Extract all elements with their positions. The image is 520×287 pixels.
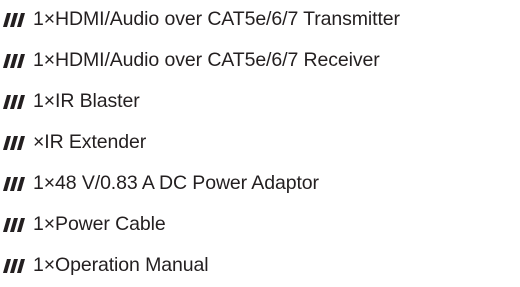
list-item: 1×HDMI/Audio over CAT5e/6/7 Transmitter (0, 0, 520, 40)
list-item: 1×Power Cable (0, 204, 520, 245)
list-item-text: ×IR Extender (33, 131, 147, 153)
package-contents-list: 1×HDMI/Audio over CAT5e/6/7 Transmitter … (0, 0, 520, 286)
triple-slash-icon (3, 258, 25, 273)
list-item: 1×Operation Manual (0, 245, 520, 286)
list-item-text: 1×48 V/0.83 A DC Power Adaptor (33, 172, 319, 194)
list-item: ×IR Extender (0, 122, 520, 163)
triple-slash-icon (3, 53, 25, 68)
list-item: 1×IR Blaster (0, 81, 520, 122)
triple-slash-icon (3, 135, 25, 150)
list-item-text: 1×Operation Manual (33, 254, 209, 276)
triple-slash-icon (3, 176, 25, 191)
triple-slash-icon (3, 12, 25, 27)
list-item-text: 1×Power Cable (33, 213, 166, 235)
triple-slash-icon (3, 217, 25, 232)
triple-slash-icon (3, 94, 25, 109)
list-item: 1×HDMI/Audio over CAT5e/6/7 Receiver (0, 40, 520, 81)
list-item-text: 1×IR Blaster (33, 90, 140, 112)
list-item: 1×48 V/0.83 A DC Power Adaptor (0, 163, 520, 204)
list-item-text: 1×HDMI/Audio over CAT5e/6/7 Transmitter (33, 8, 400, 30)
list-item-text: 1×HDMI/Audio over CAT5e/6/7 Receiver (33, 49, 380, 71)
